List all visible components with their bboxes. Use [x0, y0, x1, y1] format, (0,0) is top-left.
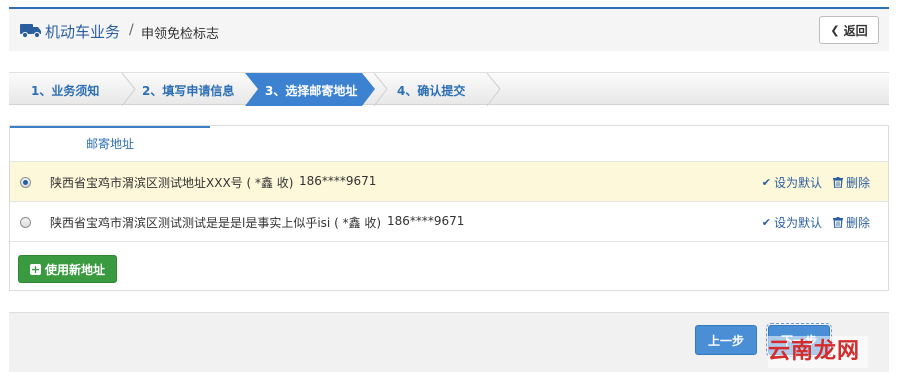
footer-bar: 上一步 下一步: [9, 312, 889, 372]
tab-bar: 邮寄地址: [10, 126, 888, 162]
use-new-address-button[interactable]: + 使用新地址: [18, 255, 117, 283]
address-row[interactable]: 陕西省宝鸡市渭滨区测试地址XXX号 ( *鑫 收) 186****9671 ✔ …: [10, 162, 888, 202]
step-1: 1、业务须知: [31, 84, 100, 98]
set-default-link[interactable]: ✔ 设为默认: [762, 214, 822, 231]
delete-link[interactable]: 删除: [832, 174, 870, 191]
address-text: 陕西省宝鸡市渭滨区测试测试是是是l是事实上似乎isi ( *鑫 收): [50, 216, 382, 230]
address-radio-selected[interactable]: [20, 177, 31, 188]
step-3-active: 3、选择邮寄地址: [265, 84, 358, 98]
address-text: 陕西省宝鸡市渭滨区测试地址XXX号 ( *鑫 收): [50, 176, 294, 190]
trash-icon: [832, 217, 843, 228]
app-title[interactable]: 机动车业务: [45, 21, 120, 42]
watermark-logo: 云南龙网: [768, 336, 868, 368]
truck-icon: [20, 24, 41, 38]
set-default-label: 设为默认: [773, 216, 822, 230]
address-panel: 邮寄地址 陕西省宝鸡市渭滨区测试地址XXX号 ( *鑫 收) 186****96…: [9, 125, 889, 291]
address-row[interactable]: 陕西省宝鸡市渭滨区测试测试是是是l是事实上似乎isi ( *鑫 收) 186**…: [10, 202, 888, 242]
back-button[interactable]: ❮ 返回: [819, 16, 879, 44]
page-title: 申领免检标志: [141, 27, 220, 42]
tab-mailing-address[interactable]: 邮寄地址: [10, 126, 210, 162]
prev-step-button[interactable]: 上一步: [695, 325, 757, 355]
delete-link[interactable]: 删除: [832, 214, 870, 231]
breadcrumb-separator: /: [129, 22, 134, 38]
step-2: 2、填写申请信息: [142, 84, 235, 98]
chevron-left-icon: ❮: [830, 23, 840, 37]
step-4: 4、确认提交: [397, 84, 466, 98]
plus-icon: +: [29, 262, 41, 276]
check-icon: ✔: [761, 176, 771, 189]
trash-icon: [832, 177, 843, 188]
address-phone: 186****9671: [299, 174, 377, 188]
use-new-address-label: 使用新地址: [44, 262, 105, 277]
set-default-label: 设为默认: [773, 176, 822, 190]
back-button-label: 返回: [843, 23, 868, 38]
address-phone: 186****9671: [387, 214, 465, 228]
set-default-link[interactable]: ✔ 设为默认: [762, 174, 822, 191]
delete-label: 删除: [845, 216, 870, 230]
step-progress-bar: 1、业务须知 2、填写申请信息 3、选择邮寄地址 4、确认提交: [9, 72, 889, 106]
check-icon: ✔: [761, 216, 771, 229]
address-radio[interactable]: [20, 217, 31, 228]
delete-label: 删除: [845, 176, 870, 190]
page-header: 机动车业务 / 申领免检标志 ❮ 返回: [9, 7, 889, 51]
